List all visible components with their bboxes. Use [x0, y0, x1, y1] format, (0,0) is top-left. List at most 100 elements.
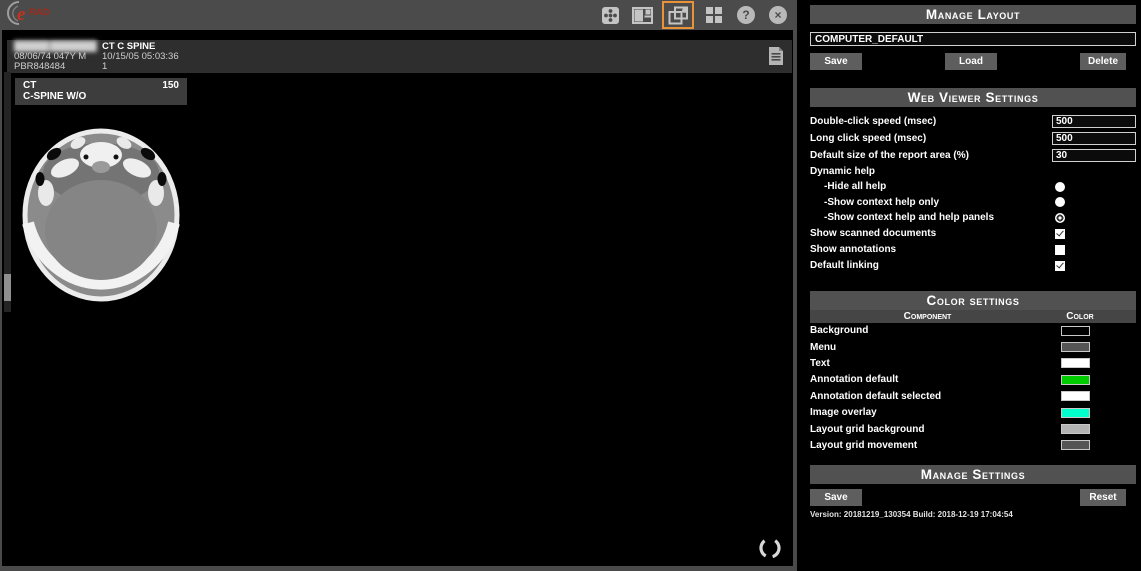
checkbox-row: Show annotations	[810, 242, 1136, 258]
report-document-icon[interactable]	[768, 46, 784, 69]
modality-label: CT	[23, 80, 36, 91]
color-swatch[interactable]	[1061, 358, 1090, 368]
loading-spinner-icon	[757, 535, 783, 566]
layout-icon[interactable]	[631, 4, 653, 26]
radio-button[interactable]	[1055, 182, 1065, 192]
setting-label: Default size of the report area (%)	[810, 150, 1052, 161]
checkbox[interactable]	[1055, 245, 1065, 255]
active-tool-highlight	[662, 1, 694, 29]
logo-e: e	[17, 4, 26, 25]
close-icon[interactable]: ×	[767, 4, 789, 26]
pan-tools-icon[interactable]	[599, 4, 621, 26]
color-component-label: Annotation default	[810, 374, 1061, 385]
color-table-header: Component Color	[810, 310, 1136, 323]
color-swatch[interactable]	[1061, 326, 1090, 336]
color-rows: Background Menu Text Annotation default …	[810, 323, 1136, 454]
checkbox-label: Show annotations	[810, 244, 1052, 255]
patient-info-bar: ██████ ████████ 08/06/74 047Y M PBR84848…	[7, 40, 792, 73]
patient-id: PBR848484	[14, 62, 96, 72]
image-count: 150	[162, 80, 179, 91]
color-component-label: Text	[810, 358, 1061, 369]
dynamic-help-options: -Hide all help -Show context help only -…	[810, 179, 1136, 226]
settings-checkboxes: Show scanned documents Show annotations …	[810, 226, 1136, 274]
color-row: Annotation default	[810, 372, 1136, 388]
setting-value-input[interactable]	[1052, 132, 1136, 145]
checkbox[interactable]	[1055, 229, 1065, 239]
color-row: Annotation default selected	[810, 388, 1136, 404]
layout-load-button[interactable]: Load	[945, 53, 997, 70]
radio-label: -Show context help and help panels	[810, 212, 1052, 223]
checkbox-label: Default linking	[810, 260, 1052, 271]
radio-label: -Hide all help	[810, 181, 1052, 192]
settings-reset-button[interactable]: Reset	[1080, 489, 1126, 506]
checkbox-row: Show scanned documents	[810, 226, 1136, 242]
thumbnail-scrollbar[interactable]	[4, 72, 11, 312]
layout-save-button[interactable]: Save	[810, 53, 862, 70]
color-row: Layout grid movement	[810, 437, 1136, 453]
radio-row: -Show context help only	[810, 195, 1136, 211]
radio-button[interactable]	[1055, 213, 1065, 223]
setting-value-input[interactable]	[1052, 149, 1136, 162]
color-row: Image overlay	[810, 404, 1136, 420]
color-swatch[interactable]	[1061, 408, 1090, 418]
radio-row: -Hide all help	[810, 179, 1136, 195]
thumbnail-header: CT 150 C-SPINE W/O	[15, 78, 187, 105]
setting-label: Long click speed (msec)	[810, 133, 1052, 144]
viewer-pane: e RAD	[0, 0, 797, 571]
layout-name-input[interactable]	[810, 32, 1136, 46]
settings-panel: Manage Layout Save Load Delete Web Viewe…	[810, 0, 1136, 571]
color-swatch[interactable]	[1061, 391, 1090, 401]
radio-row: -Show context help and help panels	[810, 210, 1136, 226]
color-swatch[interactable]	[1061, 375, 1090, 385]
series-number: 1	[102, 62, 179, 72]
version-text: Version: 20181219_130354 Build: 2018-12-…	[810, 510, 1136, 519]
dynamic-help-row: Dynamic help	[810, 164, 1136, 180]
color-component-label: Layout grid background	[810, 424, 1061, 435]
color-component-label: Menu	[810, 342, 1061, 353]
checkbox-label: Show scanned documents	[810, 228, 1052, 239]
color-component-label: Annotation default selected	[810, 391, 1061, 402]
settings-fields: Double-click speed (msec) Long click spe…	[810, 113, 1136, 164]
component-column-header: Component	[810, 311, 1045, 322]
color-component-label: Image overlay	[810, 407, 1061, 418]
color-settings-header: Color settings	[810, 291, 1136, 310]
series-description: C-SPINE W/O	[23, 91, 179, 102]
web-viewer-settings-header: Web Viewer Settings	[810, 88, 1136, 107]
erad-logo: e RAD	[4, 0, 74, 31]
help-icon[interactable]: ?	[735, 4, 757, 26]
checkbox[interactable]	[1055, 261, 1065, 271]
setting-value-input[interactable]	[1052, 115, 1136, 128]
grid-layout-icon[interactable]	[703, 4, 725, 26]
color-component-label: Background	[810, 325, 1061, 336]
setting-row: Long click speed (msec)	[810, 130, 1136, 147]
scrollbar-thumb[interactable]	[4, 274, 11, 301]
manage-layout-header: Manage Layout	[810, 5, 1136, 24]
manage-settings-header: Manage Settings	[810, 465, 1136, 484]
layout-delete-button[interactable]: Delete	[1080, 53, 1126, 70]
settings-save-button[interactable]: Save	[810, 489, 862, 506]
color-swatch[interactable]	[1061, 440, 1090, 450]
ct-image[interactable]	[15, 105, 187, 307]
color-row: Layout grid background	[810, 421, 1136, 437]
color-swatch[interactable]	[1061, 342, 1090, 352]
color-row: Menu	[810, 339, 1136, 355]
color-row: Text	[810, 355, 1136, 371]
color-component-label: Layout grid movement	[810, 440, 1061, 451]
checkbox-row: Default linking	[810, 258, 1136, 274]
setting-row: Double-click speed (msec)	[810, 113, 1136, 130]
radio-label: -Show context help only	[810, 197, 1052, 208]
study-datetime: 10/15/05 05:03:36	[102, 52, 179, 62]
series-thumbnail[interactable]: CT 150 C-SPINE W/O	[15, 78, 187, 307]
logo-rad: RAD	[29, 7, 50, 18]
image-viewport: ██████ ████████ 08/06/74 047Y M PBR84848…	[0, 30, 797, 571]
setting-row: Default size of the report area (%)	[810, 147, 1136, 164]
patient-name-redacted: ██████ ████████	[14, 42, 96, 52]
setting-label: Double-click speed (msec)	[810, 116, 1052, 127]
viewer-toolbar: e RAD	[0, 0, 797, 30]
dynamic-help-label: Dynamic help	[810, 166, 1136, 177]
color-column-header: Color	[1045, 311, 1115, 322]
manage-layout-icon[interactable]	[667, 4, 689, 26]
radio-button[interactable]	[1055, 197, 1065, 207]
color-swatch[interactable]	[1061, 424, 1090, 434]
color-row: Background	[810, 323, 1136, 339]
